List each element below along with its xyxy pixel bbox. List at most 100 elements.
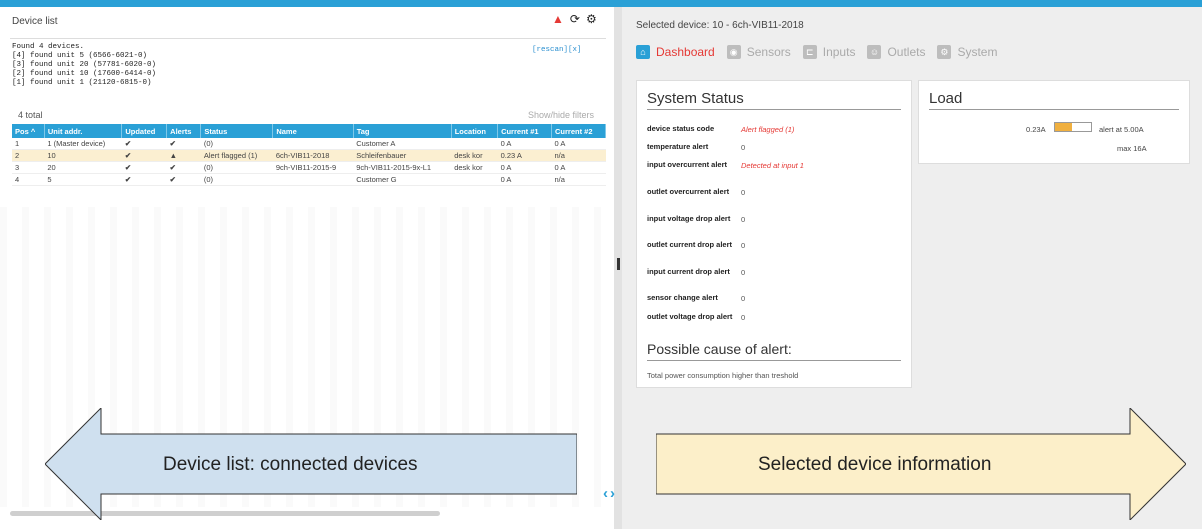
table-row[interactable]: 4 5 ✔ ✔ (0) Customer G 0 A n/a (12, 173, 606, 186)
cell-current-1: 0 A (497, 138, 552, 150)
tab-label: System (957, 45, 998, 59)
home-icon: ⌂ (636, 45, 650, 59)
cell-status: (0) (200, 161, 273, 174)
cell-location: desk kor (451, 161, 498, 174)
cell-location (451, 138, 498, 150)
cell-pos: 1 (12, 138, 45, 150)
status-key: outlet voltage drop alert (647, 312, 733, 321)
status-value: Alert flagged (1) (741, 125, 795, 134)
tab-system[interactable]: ⚙ System (937, 45, 997, 59)
col-current-2[interactable]: Current #2 (551, 124, 606, 138)
card-divider (929, 109, 1179, 110)
status-value: Detected at input 1 (741, 161, 804, 170)
selected-device-title: Selected device: 10 - 6ch-VIB11-2018 (636, 20, 804, 31)
tab-outlets[interactable]: ☺ Outlets (867, 45, 925, 59)
col-location[interactable]: Location (451, 124, 499, 138)
check-icon: ✔ (121, 161, 167, 174)
col-updated[interactable]: Updated (121, 124, 168, 138)
col-status[interactable]: Status (200, 124, 274, 138)
cell-tag: Customer A (353, 138, 452, 150)
tab-label: Dashboard (656, 45, 715, 59)
log-line: Found 4 devices. (12, 43, 85, 51)
status-value: 0 (741, 215, 746, 224)
max-current: max 16A (1117, 144, 1147, 153)
log-line: [2] found unit 10 (17600-6414-0) (12, 70, 157, 78)
cell-current-2: 0 A (551, 138, 606, 150)
tab-sensors[interactable]: ◉ Sensors (726, 45, 791, 59)
status-value: 0 (741, 143, 746, 152)
log-line: [1] found unit 1 (21120-6815-0) (12, 79, 152, 87)
header-divider (10, 38, 606, 39)
check-icon: ✔ (166, 161, 201, 174)
check-icon: ✔ (121, 149, 167, 162)
card-heading: Load (929, 90, 963, 107)
cell-current-2: 0 A (551, 161, 606, 174)
cell-status: (0) (200, 173, 273, 186)
chevron-right-icon[interactable]: › (610, 485, 617, 502)
system-status-card: System Status device status code Alert f… (636, 80, 912, 388)
col-alerts[interactable]: Alerts (166, 124, 202, 138)
check-icon: ✔ (121, 173, 167, 186)
tab-inputs[interactable]: ⊏ Inputs (802, 45, 856, 59)
device-table: Pos ^ Unit addr. Updated Alerts Status N… (12, 124, 606, 186)
scan-log: Found 4 devices. [4] found unit 5 (6566-… (12, 43, 156, 88)
table-header-row: Pos ^ Unit addr. Updated Alerts Status N… (12, 124, 606, 138)
cell-name (272, 173, 354, 186)
card-divider (647, 360, 901, 361)
status-key: input voltage drop alert (647, 214, 731, 223)
col-tag[interactable]: Tag (353, 124, 452, 138)
table-row-selected[interactable]: 2 10 ✔ ▲ Alert flagged (1) 6ch-VIB11-201… (12, 149, 606, 162)
cell-unit: 5 (44, 173, 122, 186)
cell-location (451, 173, 498, 186)
cell-tag: Customer G (353, 173, 452, 186)
status-value: 0 (741, 268, 746, 277)
refresh-icon[interactable]: ⟳ (570, 12, 580, 26)
col-current-1[interactable]: Current #1 (497, 124, 552, 138)
toggle-filters-link[interactable]: Show/hide filters (528, 110, 594, 120)
table-row[interactable]: 3 20 ✔ ✔ (0) 9ch-VIB11-2015-9 9ch-VIB11-… (12, 161, 606, 174)
col-unit-addr[interactable]: Unit addr. (44, 124, 123, 138)
cell-current-2: n/a (551, 149, 606, 162)
cell-unit: 20 (44, 161, 122, 174)
cell-status: Alert flagged (1) (200, 149, 273, 162)
plug-icon: ⊏ (802, 45, 817, 59)
load-current: 0.23A (1026, 125, 1046, 134)
cell-current-1: 0.23 A (497, 149, 552, 162)
panel-nav-arrows[interactable]: ‹› (603, 485, 617, 502)
cell-name: 9ch-VIB11-2015-9 (272, 161, 354, 174)
table-row[interactable]: 1 1 (Master device) ✔ ✔ (0) Customer A 0… (12, 138, 606, 150)
log-line: [3] found unit 20 (57781-6020-0) (12, 61, 157, 69)
check-icon: ✔ (121, 138, 167, 150)
cell-location: desk kor (451, 149, 498, 162)
check-icon: ✔ (166, 138, 201, 150)
col-pos[interactable]: Pos ^ (12, 124, 45, 138)
splitter-handle[interactable] (617, 258, 620, 270)
outlet-icon: ☺ (867, 45, 882, 59)
cause-text: Total power consumption higher than tres… (647, 371, 799, 380)
load-bar (1054, 122, 1092, 132)
col-name[interactable]: Name (272, 124, 354, 138)
top-accent-bar (0, 0, 1202, 7)
status-key: sensor change alert (647, 293, 718, 302)
cell-unit: 10 (44, 149, 122, 162)
chevron-left-icon[interactable]: ‹ (603, 485, 610, 502)
status-key: input overcurrent alert (647, 160, 728, 169)
eye-icon: ◉ (726, 45, 741, 59)
cell-status: (0) (200, 138, 273, 150)
status-value: 0 (741, 294, 746, 303)
tab-label: Inputs (822, 45, 856, 59)
device-count: 4 total (18, 110, 43, 120)
warning-icon[interactable]: ▲ (552, 12, 564, 26)
status-key: input current drop alert (647, 267, 730, 276)
cell-current-1: 0 A (497, 173, 552, 186)
left-arrow-label: Device list: connected devices (163, 454, 418, 475)
status-value: 0 (741, 313, 746, 322)
cause-heading: Possible cause of alert: (647, 341, 792, 357)
rescan-link[interactable]: [rescan][x] (532, 46, 582, 54)
tab-dashboard[interactable]: ⌂ Dashboard (636, 45, 715, 59)
load-card: Load 0.23A alert at 5.00A max 16A (918, 80, 1190, 164)
cell-pos: 2 (12, 149, 45, 162)
alert-icon: ▲ (166, 149, 201, 162)
gear-icon[interactable]: ⚙ (586, 12, 597, 26)
status-value: 0 (741, 188, 746, 197)
